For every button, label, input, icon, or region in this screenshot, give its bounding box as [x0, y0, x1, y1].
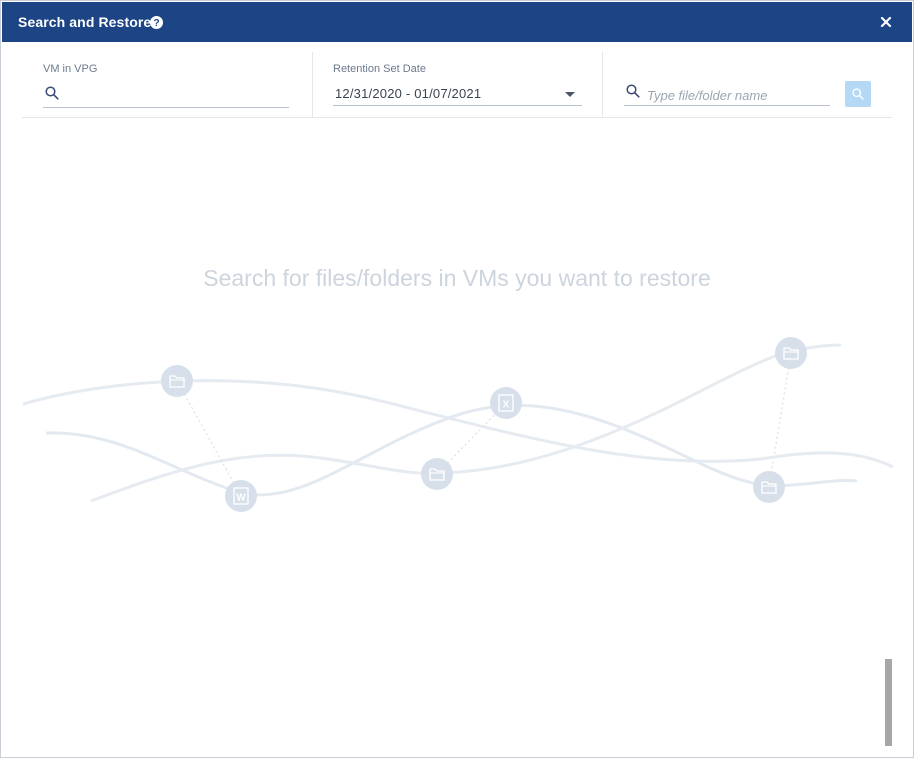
folder-icon: [421, 458, 453, 490]
retention-date-select[interactable]: 12/31/2020 - 01/07/2021: [333, 83, 582, 106]
dialog-header: Search and Restore ?: [2, 2, 912, 42]
file-filter: [603, 52, 892, 117]
chevron-down-icon[interactable]: [565, 92, 575, 97]
vm-label: VM in VPG: [43, 63, 98, 75]
question-circle-icon[interactable]: ?: [150, 16, 163, 29]
svg-text:X: X: [503, 400, 510, 411]
word-file-icon: W: [225, 480, 257, 512]
retention-label: Retention Set Date: [333, 63, 426, 75]
vm-search-input[interactable]: [65, 86, 285, 104]
empty-state-message: Search for files/folders in VMs you want…: [203, 265, 711, 291]
folder-icon: [753, 471, 785, 503]
search-icon: [45, 86, 59, 100]
scrollbar-thumb[interactable]: [885, 659, 892, 746]
vm-filter: VM in VPG: [22, 52, 312, 117]
folder-icon: [161, 365, 193, 397]
search-restore-dialog: Search and Restore ? VM in VPG Retention…: [0, 0, 914, 758]
retention-filter: Retention Set Date 12/31/2020 - 01/07/20…: [313, 52, 602, 117]
search-icon: [852, 88, 864, 100]
close-icon[interactable]: [880, 16, 892, 28]
retention-date-value: 12/31/2020 - 01/07/2021: [335, 86, 482, 101]
empty-state-illustration: W X: [22, 337, 894, 512]
excel-file-icon: X: [490, 387, 522, 419]
dialog-title: Search and Restore: [18, 14, 152, 30]
search-icon: [626, 84, 640, 98]
filter-bar: VM in VPG Retention Set Date 12/31/2020 …: [22, 52, 892, 118]
file-search-field[interactable]: [624, 83, 830, 106]
folder-icon: [775, 337, 807, 369]
search-button[interactable]: [845, 81, 871, 107]
svg-text:?: ?: [153, 18, 159, 29]
svg-text:W: W: [236, 493, 246, 504]
file-search-input[interactable]: [647, 86, 827, 104]
vm-search-field[interactable]: [43, 85, 289, 108]
